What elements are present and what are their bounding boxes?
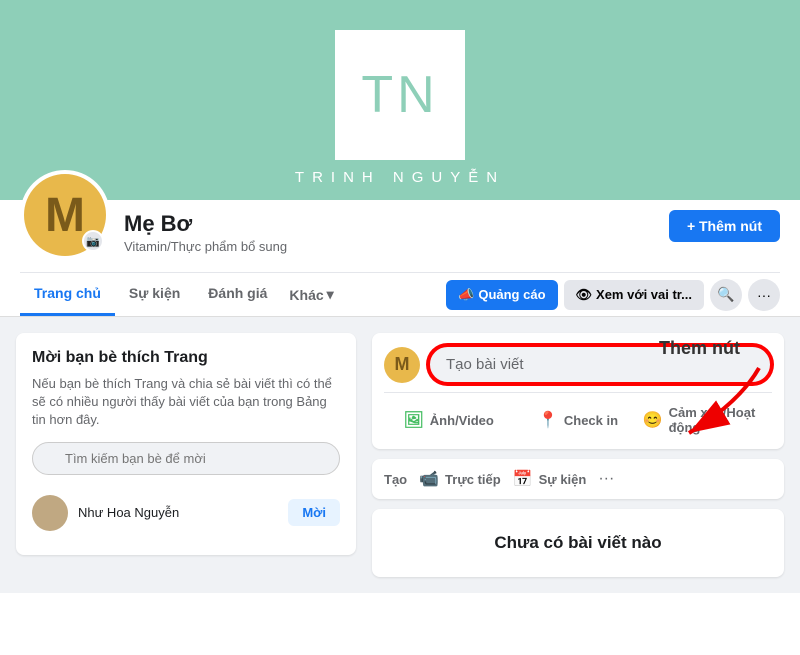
chevron-down-icon: ▾	[327, 286, 334, 303]
no-posts-text: Chưa có bài viết nào	[396, 533, 760, 553]
feeling-action[interactable]: 😊 Cảm xúc/Hoạt động	[643, 399, 772, 441]
left-panel: Mời bạn bè thích Trang Nếu bạn bè thích …	[16, 333, 356, 577]
emoji-icon: 😊	[643, 410, 663, 430]
megaphone-icon: 📣	[458, 287, 474, 303]
camera-icon[interactable]: 📷	[82, 230, 104, 252]
search-icon: 🔍	[717, 286, 734, 303]
invite-card: Mời bạn bè thích Trang Nếu bạn bè thích …	[16, 333, 356, 555]
invite-friend-button[interactable]: Mời	[288, 499, 340, 526]
nav-tabs: Trang chủ Sự kiện Đánh giá Khác ▾ 📣 Quản…	[20, 272, 780, 316]
cover-logo-box: TN	[335, 30, 465, 160]
tab-danh-gia[interactable]: Đánh giá	[194, 273, 281, 316]
search-friends-input[interactable]	[32, 442, 340, 475]
search-button[interactable]: 🔍	[710, 279, 742, 311]
profile-top: M 📷 Mẹ Bơ Vitamin/Thực phẩm bổ sung + Th…	[20, 200, 780, 272]
cover-logo-letters: TN	[361, 69, 438, 121]
live-icon: 📹	[419, 469, 439, 489]
tab-trang-chu[interactable]: Trang chủ	[20, 273, 115, 316]
extra-row: Tạo 📹 Trực tiếp 📅 Sự kiện ···	[384, 469, 772, 489]
page-category: Vitamin/Thực phẩm bổ sung	[124, 239, 669, 254]
tab-khac[interactable]: Khác ▾	[281, 274, 341, 315]
profile-info: Mẹ Bơ Vitamin/Thực phẩm bổ sung	[124, 211, 669, 260]
main-content: Mời bạn bè thích Trang Nếu bạn bè thích …	[0, 317, 800, 593]
add-button[interactable]: + Thêm nút	[669, 210, 780, 242]
page-name: Mẹ Bơ	[124, 211, 669, 237]
quang-cao-button[interactable]: 📣 Quảng cáo	[446, 280, 557, 310]
live-action[interactable]: 📹 Trực tiếp	[419, 469, 501, 489]
photo-icon: 🖼	[403, 410, 423, 430]
xem-vai-tro-button[interactable]: 👁 Xem với vai tr...	[564, 280, 704, 310]
mini-avatar: M	[384, 347, 420, 383]
cover-photo: TN TRINH NGUYỄN	[0, 0, 800, 200]
invite-desc: Nếu bạn bè thích Trang và chia sẻ bài vi…	[32, 375, 340, 430]
eye-icon: 👁	[576, 287, 593, 303]
location-icon: 📍	[538, 410, 558, 430]
nav-actions: 📣 Quảng cáo 👁 Xem với vai tr... 🔍 ···	[446, 279, 780, 311]
friend-name: Như Hoa Nguyễn	[78, 505, 278, 520]
photo-video-action[interactable]: 🖼 Ảnh/Video	[384, 399, 513, 441]
more-button[interactable]: ···	[748, 279, 780, 311]
calendar-icon: 📅	[513, 469, 533, 489]
avatar: M 📷	[20, 170, 110, 260]
no-posts-card: Chưa có bài viết nào	[372, 509, 784, 577]
create-post-card: M Tạo bài viết 🖼 Ảnh/Video 📍 Check in 😊	[372, 333, 784, 449]
avatar-letter: M	[45, 188, 85, 243]
right-panel: M Tạo bài viết 🖼 Ảnh/Video 📍 Check in 😊	[372, 333, 784, 577]
create-post-button[interactable]: Tạo bài viết	[428, 345, 772, 384]
profile-section: M 📷 Mẹ Bơ Vitamin/Thực phẩm bổ sung + Th…	[0, 200, 800, 317]
friend-row: Như Hoa Nguyễn Mời	[32, 487, 340, 539]
create-post-top: M Tạo bài viết	[384, 345, 772, 384]
extra-actions-card: Tạo 📹 Trực tiếp 📅 Sự kiện ···	[372, 459, 784, 499]
event-action[interactable]: 📅 Sự kiện	[513, 469, 587, 489]
tab-su-kien[interactable]: Sự kiện	[115, 273, 194, 316]
more-icon: ···	[757, 287, 771, 303]
check-in-action[interactable]: 📍 Check in	[513, 399, 642, 441]
cover-name: TRINH NGUYỄN	[295, 169, 505, 186]
search-wrap: 🔍	[32, 442, 340, 475]
post-actions-row: 🖼 Ảnh/Video 📍 Check in 😊 Cảm xúc/Hoạt độ…	[384, 392, 772, 441]
invite-title: Mời bạn bè thích Trang	[32, 349, 340, 367]
friend-avatar	[32, 495, 68, 531]
extra-more-button[interactable]: ···	[598, 470, 614, 488]
